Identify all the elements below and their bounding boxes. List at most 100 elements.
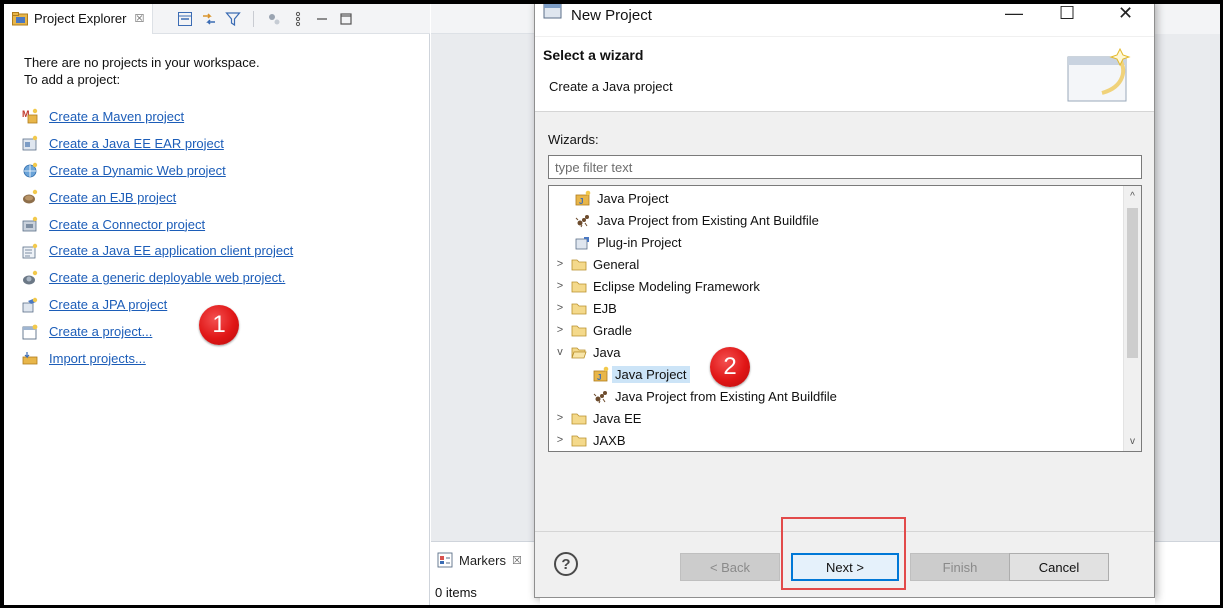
- java-project-icon: J: [593, 366, 609, 382]
- tree-scrollbar[interactable]: ^ v: [1123, 186, 1141, 451]
- tree-expander[interactable]: >: [555, 412, 565, 424]
- tree-item-java-project-ant[interactable]: Java Project from Existing Ant Buildfile: [559, 209, 819, 231]
- java-project-icon: J: [575, 190, 591, 206]
- right-workbench-area: [1155, 4, 1220, 605]
- deployable-web-project-icon: [23, 270, 38, 285]
- link-label[interactable]: Create a JPA project: [49, 297, 167, 312]
- next-button[interactable]: Next >: [791, 553, 899, 581]
- tree-item-plugin-project[interactable]: Plug-in Project: [559, 231, 682, 253]
- wizard-header-description: Create a Java project: [549, 79, 673, 94]
- tree-item-general[interactable]: > General: [555, 253, 639, 275]
- link-create-jpa-project[interactable]: Create a JPA project: [22, 291, 293, 318]
- link-create-deployable-web-project[interactable]: Create a generic deployable web project.: [22, 264, 293, 291]
- tab-markers[interactable]: Markers ☒: [437, 552, 522, 568]
- collapse-all-icon[interactable]: [177, 11, 193, 27]
- link-label[interactable]: Create a Connector project: [49, 217, 205, 232]
- tree-item-label: Java Project from Existing Ant Buildfile: [597, 212, 819, 228]
- markers-view: Markers ☒ 0 items: [431, 541, 534, 605]
- new-project-dialog-icon: [543, 3, 562, 19]
- wizard-header-title: Select a wizard: [543, 47, 644, 63]
- close-view-icon[interactable]: ☒: [512, 554, 522, 567]
- link-label[interactable]: Create a Maven project: [49, 109, 184, 124]
- message-line: To add a project:: [24, 72, 121, 87]
- folder-icon: [571, 325, 587, 337]
- link-import-projects[interactable]: Import projects...: [22, 345, 293, 372]
- tab-title: Markers: [459, 552, 506, 568]
- editor-area: [431, 4, 534, 541]
- dialog-title: New Project: [571, 7, 652, 24]
- tree-item-jaxb[interactable]: > JAXB: [555, 429, 626, 451]
- markers-count: 0 items: [435, 585, 477, 600]
- tree-item-label: EJB: [593, 300, 617, 316]
- tree-expander[interactable]: >: [555, 434, 565, 446]
- tab-project-explorer[interactable]: Project Explorer ☒: [4, 3, 154, 34]
- tree-item-java-java-project[interactable]: J Java Project: [577, 363, 690, 385]
- cancel-button[interactable]: Cancel: [1009, 553, 1109, 581]
- link-create-ear-project[interactable]: Create a Java EE EAR project: [22, 130, 293, 157]
- link-create-maven-project[interactable]: M Create a Maven project: [22, 103, 293, 130]
- ant-buildfile-icon: [593, 391, 607, 404]
- dialog-titlebar: New Project — ☐ ✕: [535, 1, 1154, 36]
- finish-button[interactable]: Finish: [910, 553, 1010, 581]
- focus-task-icon[interactable]: [266, 11, 282, 27]
- link-create-ejb-project[interactable]: Create an EJB project: [22, 184, 293, 211]
- minimize-window-button[interactable]: —: [1005, 3, 1023, 24]
- back-button[interactable]: < Back: [680, 553, 780, 581]
- minimize-view-icon[interactable]: [314, 11, 330, 27]
- bottom-panel-peek: [540, 598, 1155, 605]
- ear-project-icon: [22, 136, 38, 151]
- step-badge-1: 1: [199, 305, 239, 345]
- scroll-down-arrow-icon[interactable]: v: [1124, 433, 1141, 450]
- filter-icon[interactable]: [225, 11, 242, 27]
- link-create-dynamic-web-project[interactable]: Create a Dynamic Web project: [22, 157, 293, 184]
- link-label[interactable]: Create a Java EE application client proj…: [49, 243, 293, 258]
- tree-expander[interactable]: >: [555, 324, 565, 336]
- link-label[interactable]: Import projects...: [49, 351, 146, 366]
- ejb-project-icon: [23, 189, 38, 204]
- folder-icon: [571, 435, 587, 447]
- link-create-app-client-project[interactable]: Create a Java EE application client proj…: [22, 237, 293, 264]
- link-create-connector-project[interactable]: Create a Connector project: [22, 211, 293, 238]
- folder-open-icon: [571, 347, 587, 359]
- tree-item-java-project[interactable]: J Java Project: [559, 187, 669, 209]
- link-create-project[interactable]: Create a project...: [22, 318, 293, 345]
- project-explorer-view: Project Explorer ☒ There are no projects…: [4, 3, 430, 605]
- jpa-project-icon: [22, 297, 38, 313]
- link-label[interactable]: Create a Java EE EAR project: [49, 136, 224, 151]
- tree-item-label: Java Project from Existing Ant Buildfile: [615, 388, 837, 404]
- help-button[interactable]: ?: [554, 552, 578, 576]
- markers-icon: [437, 552, 453, 568]
- web-project-icon: [23, 163, 38, 178]
- close-view-icon[interactable]: ☒: [134, 12, 144, 25]
- maximize-window-button[interactable]: ☐: [1059, 3, 1075, 24]
- tree-expander[interactable]: v: [555, 346, 565, 358]
- link-with-editor-icon[interactable]: [201, 11, 217, 27]
- wizard-filter-input[interactable]: [548, 155, 1142, 179]
- explorer-toolbar: [177, 10, 354, 27]
- link-label[interactable]: Create a Dynamic Web project: [49, 163, 226, 178]
- tree-expander[interactable]: >: [555, 302, 565, 314]
- link-label[interactable]: Create an EJB project: [49, 190, 176, 205]
- wizard-header: Select a wizard Create a Java project: [535, 37, 1154, 112]
- tree-item-label: Java Project: [612, 365, 690, 383]
- close-window-button[interactable]: ✕: [1118, 3, 1133, 24]
- scroll-thumb[interactable]: [1127, 208, 1138, 358]
- view-menu-icon[interactable]: [290, 11, 306, 27]
- plugin-project-icon: [575, 237, 589, 250]
- maximize-view-icon[interactable]: [338, 11, 354, 27]
- tree-item-emf[interactable]: > Eclipse Modeling Framework: [555, 275, 760, 297]
- maven-project-icon: M: [22, 109, 38, 124]
- link-label[interactable]: Create a project...: [49, 324, 152, 339]
- tree-item-ejb[interactable]: > EJB: [555, 297, 617, 319]
- tree-item-java-ee[interactable]: > Java EE: [555, 407, 642, 429]
- tree-item-java-ant-project[interactable]: Java Project from Existing Ant Buildfile: [577, 385, 837, 407]
- app-client-project-icon: [22, 243, 38, 259]
- tree-expander[interactable]: >: [555, 258, 565, 270]
- tree-item-label: Java: [593, 344, 621, 360]
- folder-icon: [571, 281, 587, 293]
- scroll-up-arrow-icon[interactable]: ^: [1124, 188, 1141, 205]
- tree-item-gradle[interactable]: > Gradle: [555, 319, 632, 341]
- tree-expander[interactable]: >: [555, 280, 565, 292]
- link-label[interactable]: Create a generic deployable web project.: [49, 270, 285, 285]
- tree-item-java-category[interactable]: v Java: [555, 341, 620, 363]
